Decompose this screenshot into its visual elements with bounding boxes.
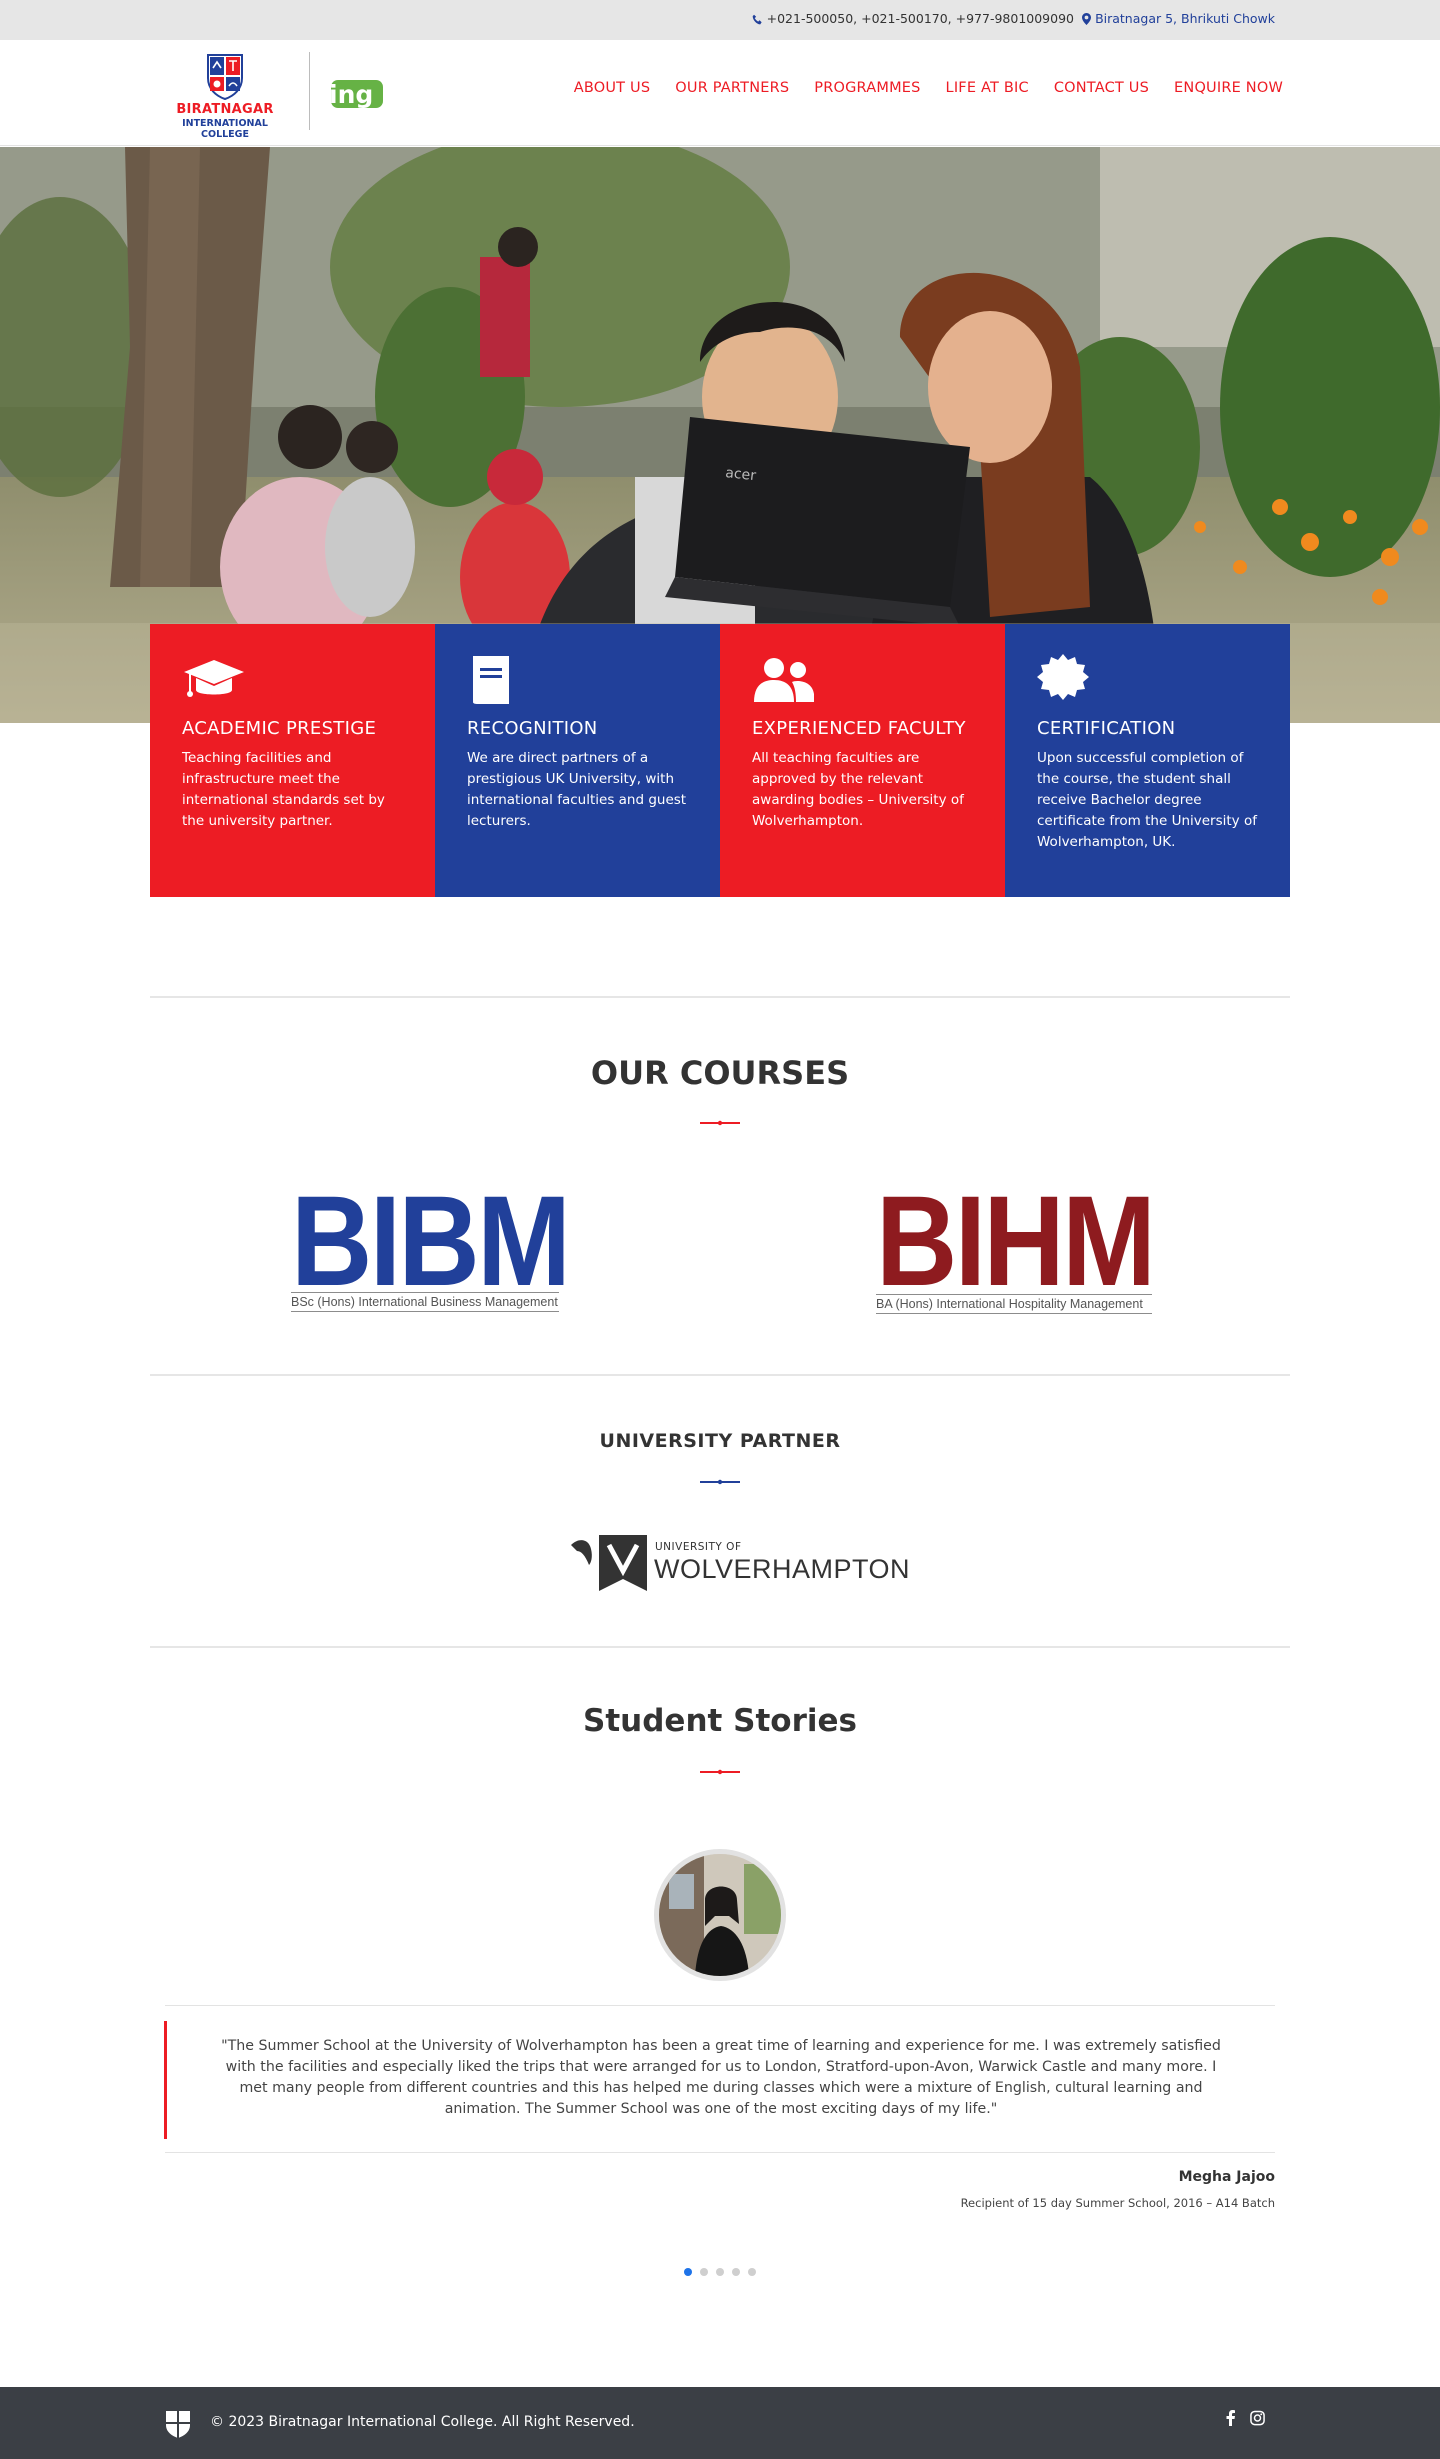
- title-underline: [700, 1122, 740, 1124]
- instagram-icon[interactable]: [1250, 2410, 1265, 2426]
- section-divider: [150, 1374, 1290, 1376]
- feature-title: ACADEMIC PRESTIGE: [182, 718, 377, 739]
- testimonial-quote: "The Summer School at the University of …: [164, 2021, 1275, 2139]
- logo-university-of: UNIVERSITY OF: [655, 1541, 742, 1553]
- testimonial-role: Recipient of 15 day Summer School, 2016 …: [960, 2196, 1275, 2210]
- social-links: [1224, 2410, 1265, 2426]
- footer-copyright: © 2023 Biratnagar International College.…: [210, 2414, 635, 2430]
- carousel-dot[interactable]: [716, 2268, 724, 2276]
- wolverhampton-logo[interactable]: UNIVERSITY OF WOLVERHAMPTON: [569, 1533, 910, 1597]
- feature-experienced-faculty: EXPERIENCED FACULTY All teaching faculti…: [720, 624, 1005, 897]
- feature-boxes: ACADEMIC PRESTIGE Teaching facilities an…: [150, 624, 1290, 897]
- college-name-line2: INTERNATIONAL COLLEGE: [182, 118, 268, 140]
- section-divider: [150, 1646, 1290, 1648]
- wolverhampton-crest-icon: [571, 1535, 647, 1591]
- nav-about-us[interactable]: ABOUT US: [574, 80, 651, 96]
- feature-text: Teaching facilities and infrastructure m…: [182, 750, 385, 829]
- logo-wolverhampton: WOLVERHAMPTON: [654, 1554, 911, 1584]
- ing-partner-logo[interactable]: ing: [329, 78, 385, 110]
- nav-contact-us[interactable]: CONTACT US: [1054, 80, 1149, 96]
- college-crest-icon: [207, 54, 243, 100]
- college-name-line1: BIRATNAGAR: [176, 102, 274, 117]
- student-avatar: [654, 1849, 786, 1981]
- site-header: BIRATNAGAR INTERNATIONAL COLLEGE ing ABO…: [0, 40, 1440, 146]
- course-name: BIBM: [291, 1170, 571, 1313]
- top-bar: +021-500050, +021-500170, +977-980100909…: [0, 0, 1440, 40]
- map-marker-icon: [1082, 13, 1092, 25]
- footer-crest-icon: [166, 2411, 190, 2438]
- title-underline: [700, 1481, 740, 1483]
- phone-icon: [752, 14, 762, 25]
- testimonial-name: Megha Jajoo: [1178, 2169, 1275, 2185]
- stories-title: Student Stories: [583, 1703, 857, 1739]
- carousel-dot[interactable]: [732, 2268, 740, 2276]
- feature-text: All teaching faculties are approved by t…: [752, 750, 964, 829]
- college-logo[interactable]: BIRATNAGAR INTERNATIONAL COLLEGE: [162, 52, 288, 140]
- address-contact[interactable]: Biratnagar 5, Bhrikuti Chowk: [1082, 11, 1275, 26]
- address-text: Biratnagar 5, Bhrikuti Chowk: [1095, 11, 1275, 26]
- feature-certification: CERTIFICATION Upon successful completion…: [1005, 624, 1290, 897]
- book-icon: [473, 656, 509, 704]
- section-divider: [150, 996, 1290, 998]
- courses-title: OUR COURSES: [590, 1054, 850, 1092]
- nav-enquire-now[interactable]: ENQUIRE NOW: [1174, 80, 1283, 96]
- nav-life-at-bic[interactable]: LIFE AT BIC: [946, 80, 1029, 96]
- svg-text:acer: acer: [725, 465, 757, 484]
- partner-title: UNIVERSITY PARTNER: [599, 1430, 841, 1452]
- carousel-pagination: [684, 2268, 756, 2276]
- graduation-cap-icon: [184, 660, 244, 697]
- feature-title: CERTIFICATION: [1037, 718, 1176, 739]
- course-bihm[interactable]: BIHM BA (Hons) International Hospitality…: [876, 1178, 1191, 1314]
- feature-academic-prestige: ACADEMIC PRESTIGE Teaching facilities an…: [150, 624, 435, 897]
- quote-top-divider: [165, 2005, 1275, 2006]
- certificate-icon: [1037, 654, 1089, 700]
- feature-title: RECOGNITION: [467, 718, 598, 739]
- course-bibm[interactable]: BIBM BSc (Hons) International Business M…: [291, 1178, 606, 1312]
- quote-bottom-divider: [165, 2152, 1275, 2153]
- student-photo: [659, 1854, 781, 1976]
- feature-text: We are direct partners of a prestigious …: [467, 750, 687, 829]
- title-underline: [700, 1771, 740, 1773]
- feature-recognition: RECOGNITION We are direct partners of a …: [435, 624, 720, 897]
- ing-logo-text: ing: [329, 80, 373, 109]
- carousel-dot[interactable]: [700, 2268, 708, 2276]
- phone-text: +021-500050, +021-500170, +977-980100909…: [766, 11, 1074, 26]
- feature-text: Upon successful completion of the course…: [1037, 750, 1257, 850]
- feature-title: EXPERIENCED FACULTY: [752, 718, 966, 739]
- carousel-dot[interactable]: [748, 2268, 756, 2276]
- course-name: BIHM: [876, 1170, 1156, 1313]
- facebook-icon[interactable]: [1224, 2410, 1238, 2426]
- logo-divider: [309, 52, 310, 130]
- nav-programmes[interactable]: PROGRAMMES: [814, 80, 920, 96]
- nav-our-partners[interactable]: OUR PARTNERS: [675, 80, 789, 96]
- phone-contact[interactable]: +021-500050, +021-500170, +977-980100909…: [752, 11, 1074, 26]
- carousel-dot[interactable]: [684, 2268, 692, 2276]
- site-footer: © 2023 Biratnagar International College.…: [0, 2387, 1440, 2459]
- main-navigation: ABOUT US OUR PARTNERS PROGRAMMES LIFE AT…: [549, 80, 1283, 96]
- users-icon: [754, 658, 814, 702]
